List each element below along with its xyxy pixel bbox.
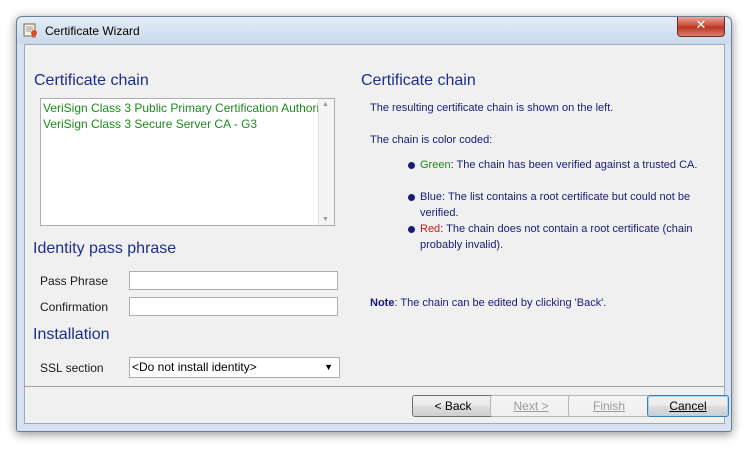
- cancel-button[interactable]: Cancel: [647, 395, 729, 417]
- legend-blue-text: : The list contains a root certificate b…: [420, 191, 691, 219]
- finish-button[interactable]: Finish: [568, 395, 650, 417]
- finish-button-label: Finish: [592, 399, 625, 413]
- bullet-icon: [408, 194, 415, 201]
- ssl-section-label: SSL section: [40, 361, 104, 375]
- chain-heading: Certificate chain: [34, 72, 149, 89]
- legend-blue: Blue: The list contains a root certifica…: [420, 189, 720, 221]
- vertical-scrollbar[interactable]: ▲ ▼: [318, 99, 334, 225]
- button-bar: < Back Next > Finish Cancel: [24, 386, 729, 424]
- info-heading: Certificate chain: [361, 72, 476, 89]
- close-icon: ✕: [695, 18, 707, 33]
- legend-red-word: Red: [420, 223, 441, 235]
- legend-blue-word: Blue: [420, 191, 443, 203]
- installation-heading: Installation: [33, 326, 110, 343]
- scroll-down-icon[interactable]: ▼: [322, 216, 329, 223]
- scroll-up-icon[interactable]: ▲: [322, 101, 329, 108]
- note-label: Note: [370, 297, 395, 309]
- legend-red: Red: The chain does not contain a root c…: [420, 221, 715, 253]
- list-item[interactable]: VeriSign Class 3 Secure Server CA - G3: [43, 117, 318, 131]
- info-color-coded: The chain is color coded:: [370, 134, 493, 146]
- note-text: : The chain can be edited by clicking 'B…: [394, 297, 607, 309]
- close-button[interactable]: ✕: [677, 17, 725, 37]
- confirmation-label: Confirmation: [40, 300, 109, 314]
- confirmation-input[interactable]: [129, 297, 338, 316]
- next-button[interactable]: Next >: [490, 395, 572, 417]
- info-note: Note: The chain can be edited by clickin…: [370, 295, 606, 311]
- pass-phrase-input[interactable]: [129, 271, 338, 290]
- list-item[interactable]: VeriSign Class 3 Public Primary Certific…: [43, 101, 318, 115]
- bullet-icon: [408, 226, 415, 233]
- chevron-down-icon[interactable]: ▼: [324, 358, 333, 377]
- title-bar[interactable]: Certificate Wizard ✕: [17, 17, 731, 44]
- window-title: Certificate Wizard: [45, 24, 140, 38]
- legend-green: Green: The chain has been verified again…: [420, 157, 720, 173]
- certificate-icon: [23, 23, 37, 38]
- certificate-chain-list[interactable]: VeriSign Class 3 Public Primary Certific…: [40, 98, 335, 226]
- cancel-button-label: Cancel: [669, 399, 707, 413]
- wizard-content: Certificate chain VeriSign Class 3 Publi…: [24, 44, 725, 388]
- legend-green-text: : The chain has been verified against a …: [450, 159, 698, 171]
- legend-green-word: Green: [420, 159, 451, 171]
- back-button[interactable]: < Back: [412, 395, 494, 417]
- next-button-label: Next >: [513, 399, 549, 413]
- bullet-icon: [408, 162, 415, 169]
- certificate-wizard-window: Certificate Wizard ✕ Certificate chain V…: [16, 16, 732, 432]
- ssl-section-select[interactable]: <Do not install identity> ▼: [129, 357, 340, 378]
- pass-phrase-label: Pass Phrase: [40, 274, 109, 288]
- info-intro: The resulting certificate chain is shown…: [370, 102, 614, 114]
- legend-red-text: : The chain does not contain a root cert…: [420, 223, 693, 251]
- ssl-section-value: <Do not install identity>: [132, 360, 257, 374]
- identity-heading: Identity pass phrase: [33, 240, 177, 257]
